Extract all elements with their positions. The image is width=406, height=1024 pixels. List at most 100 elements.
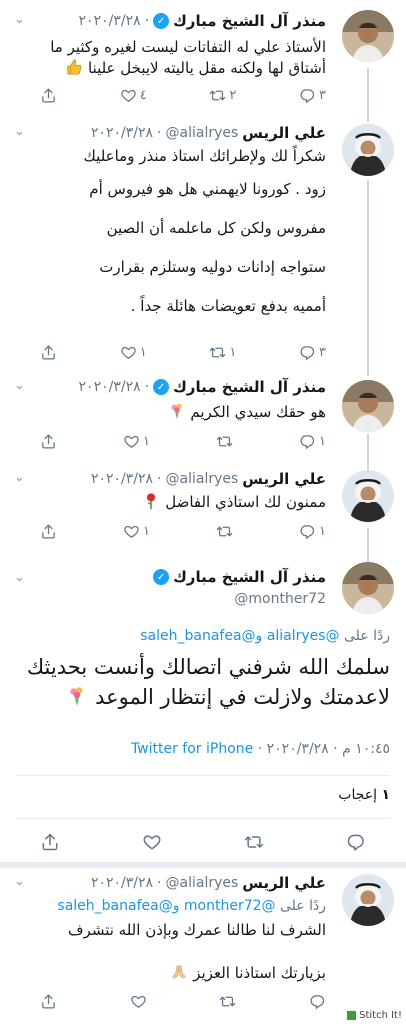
tweet-2[interactable]: علي الريس @alialryes · ٢٠٢٠/٣/٢٨ ⌄ شكراً… xyxy=(0,112,406,370)
like-button[interactable]: ١ xyxy=(120,344,147,361)
avatar[interactable] xyxy=(342,124,394,176)
share-button[interactable] xyxy=(40,993,57,1010)
reply-button[interactable] xyxy=(309,993,326,1010)
retweet-button[interactable] xyxy=(216,523,233,540)
display-name[interactable]: منذر آل الشيخ مبارك xyxy=(173,12,326,30)
reply-icon xyxy=(299,344,316,361)
retweet-button[interactable] xyxy=(219,993,236,1010)
tweet-date[interactable]: ٢٠٢٠/٣/٢٨ xyxy=(79,13,141,29)
like-icon xyxy=(130,993,147,1010)
tweet-line: أشتاق لها ولكنه مقل ياليته لايبخل علينا xyxy=(87,59,326,77)
like-icon xyxy=(120,344,137,361)
retweet-icon[interactable] xyxy=(244,832,264,852)
reply-button[interactable]: ١ xyxy=(299,523,326,540)
user-handle[interactable]: @alialryes xyxy=(166,125,239,141)
like-button[interactable]: ١ xyxy=(123,523,150,540)
share-button[interactable] xyxy=(40,344,57,361)
share-button[interactable] xyxy=(40,433,57,450)
retweet-button[interactable]: ١ xyxy=(209,344,236,361)
reply-button[interactable]: ٣ xyxy=(299,344,326,361)
tweet-line: سلمك الله شرفني اتصالك وأنست بحديثك xyxy=(26,655,390,679)
tweet-header: منذر آل الشيخ مبارك ✓ xyxy=(40,566,326,588)
reply-handle-link[interactable]: @monther72 xyxy=(184,898,276,914)
share-icon[interactable] xyxy=(40,832,60,852)
tweet-meta: ١٠:٤٥ م · ٢٠٢٠/٣/٢٨ · Twitter for iPhone xyxy=(130,741,390,757)
tweet-line: مفروس ولكن كل ماعلمه أن الصين xyxy=(106,219,326,237)
reply-count: ١ xyxy=(319,523,326,539)
focused-tweet-text: سلمك الله شرفني اتصالك وأنست بحديثك لاعد… xyxy=(16,652,390,712)
verified-icon: ✓ xyxy=(153,569,170,585)
tweet-actions: ٣ ٢ ٤ xyxy=(40,84,326,106)
user-handle[interactable]: @alialryes xyxy=(166,471,239,487)
reply-tweet[interactable]: علي الريس @alialryes · ٢٠٢٠/٣/٢٨ ⌄ ردًا … xyxy=(0,868,406,1024)
chevron-down-icon[interactable]: ⌄ xyxy=(14,124,25,139)
tweet-date[interactable]: ٢٠٢٠/٣/٢٨ xyxy=(91,875,153,891)
tweet-date[interactable]: ٢٠٢٠/٣/٢٨ xyxy=(79,379,141,395)
retweet-count: ١ xyxy=(229,344,237,360)
reply-handle-link[interactable]: @saleh_banafea xyxy=(57,898,172,914)
share-button[interactable] xyxy=(40,523,57,540)
tweet-date[interactable]: ٢٠٢٠/٣/٢٨ xyxy=(91,125,153,141)
tweet-date[interactable]: ٢٠٢٠/٣/٢٨ xyxy=(267,741,329,757)
avatar[interactable] xyxy=(342,10,394,62)
reply-count: ٣ xyxy=(319,344,326,360)
tweet-actions: ١ ١ xyxy=(40,520,326,542)
chevron-down-icon[interactable]: ⌄ xyxy=(14,470,25,485)
tweet-1[interactable]: منذر آل الشيخ مبارك ✓ · ٢٠٢٠/٣/٢٨ ⌄ الأس… xyxy=(0,0,406,118)
avatar[interactable] xyxy=(342,562,394,614)
reply-icon xyxy=(299,433,316,450)
tweet-time[interactable]: ١٠:٤٥ م xyxy=(342,741,390,757)
retweet-button[interactable]: ٢ xyxy=(209,87,236,104)
user-handle[interactable]: @alialryes xyxy=(166,875,239,891)
like-count: ١ xyxy=(139,344,147,360)
reply-button[interactable]: ٣ xyxy=(299,87,326,104)
like-button[interactable]: ٤ xyxy=(120,87,147,104)
thread-line xyxy=(367,180,369,370)
chevron-down-icon[interactable]: ⌄ xyxy=(14,874,25,889)
tweet-text: هو حقك سيدي الكريم xyxy=(14,402,326,423)
chevron-down-icon[interactable]: ⌄ xyxy=(14,378,25,393)
reply-handle-link[interactable]: @alialryes xyxy=(267,628,340,644)
rose-icon xyxy=(147,493,156,510)
tweet-line: لاعدمتك ولازلت في إنتظار الموعد xyxy=(95,685,390,709)
like-icon[interactable] xyxy=(142,832,162,852)
share-button[interactable] xyxy=(40,87,57,104)
avatar[interactable] xyxy=(342,470,394,522)
reply-handle-link[interactable]: @saleh_banafea xyxy=(140,628,255,644)
like-button[interactable]: ١ xyxy=(123,433,150,450)
bouquet-icon xyxy=(171,403,182,420)
tweet-line: ممنون لك استاذي الفاضل xyxy=(165,493,326,511)
tweet-text: ممنون لك استاذي الفاضل xyxy=(14,492,326,513)
reply-and: و xyxy=(172,898,180,914)
like-button[interactable] xyxy=(130,993,147,1010)
retweet-button[interactable] xyxy=(216,433,233,450)
handle-row: @monther72 xyxy=(40,588,326,610)
display-name[interactable]: علي الريس xyxy=(242,874,326,892)
tweet-header: علي الريس @alialryes · ٢٠٢٠/٣/٢٨ xyxy=(90,124,326,142)
tweet-text: الأستاذ علي له التفاتات ليست لغيره وكثير… xyxy=(14,37,326,79)
reply-prefix: ردًا على xyxy=(344,628,390,644)
display-name[interactable]: منذر آل الشيخ مبارك xyxy=(173,568,326,586)
tweet-3[interactable]: منذر آل الشيخ مبارك ✓ · ٢٠٢٠/٣/٢٨ ⌄ هو ح… xyxy=(0,366,406,464)
reply-button[interactable]: ١ xyxy=(299,433,326,450)
focused-actions xyxy=(40,830,366,854)
like-count: ١ xyxy=(143,523,151,539)
likes-summary[interactable]: ١ إعجاب xyxy=(338,787,390,803)
tweet-actions xyxy=(40,990,326,1012)
chevron-down-icon[interactable]: ⌄ xyxy=(14,570,25,585)
avatar[interactable] xyxy=(342,874,394,926)
share-icon xyxy=(40,993,57,1010)
tweet-date[interactable]: ٢٠٢٠/٣/٢٨ xyxy=(91,471,153,487)
likes-label: إعجاب xyxy=(338,787,377,803)
reply-icon[interactable] xyxy=(346,832,366,852)
verified-icon: ✓ xyxy=(153,13,170,29)
chevron-down-icon[interactable]: ⌄ xyxy=(14,12,25,27)
avatar[interactable] xyxy=(342,380,394,432)
display-name[interactable]: علي الريس xyxy=(242,470,326,488)
tweet-source-link[interactable]: Twitter for iPhone xyxy=(131,741,253,757)
display-name[interactable]: منذر آل الشيخ مبارك xyxy=(173,378,326,396)
tweet-4[interactable]: علي الريس @alialryes · ٢٠٢٠/٣/٢٨ ⌄ ممنون… xyxy=(0,460,406,558)
replying-to: ردًا على @alialryes و@saleh_banafea xyxy=(16,628,390,644)
display-name[interactable]: علي الريس xyxy=(242,124,326,142)
user-handle[interactable]: @monther72 xyxy=(234,591,326,607)
